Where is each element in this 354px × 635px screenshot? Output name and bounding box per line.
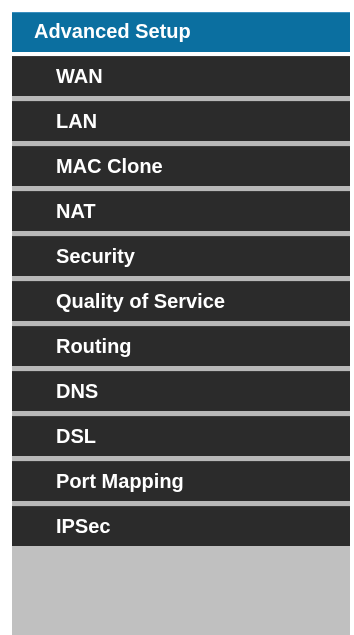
menu-item-label: NAT <box>56 201 96 223</box>
menu-item-label: DSL <box>56 426 96 448</box>
menu-item-label: Routing <box>56 336 132 358</box>
menu-right-margin <box>350 0 354 635</box>
menu-item-label: Quality of Service <box>56 291 225 313</box>
menu-item-security[interactable]: Security <box>12 236 350 276</box>
menu-item-label: MAC Clone <box>56 156 163 178</box>
menu-item-label: WAN <box>56 66 103 88</box>
menu-item-nat[interactable]: NAT <box>12 191 350 231</box>
advanced-setup-menu: Advanced Setup WAN LAN MAC Clone NAT Sec… <box>0 0 354 635</box>
menu-item-label: Port Mapping <box>56 471 184 493</box>
menu-header-bar[interactable]: Advanced Setup <box>12 12 350 52</box>
menu-item-label: IPSec <box>56 516 111 538</box>
menu-item-port-mapping[interactable]: Port Mapping <box>12 461 350 501</box>
menu-header: Advanced Setup <box>0 0 354 56</box>
menu-item-lan[interactable]: LAN <box>12 101 350 141</box>
menu-item-label: Security <box>56 246 135 268</box>
menu-left-margin <box>0 56 12 635</box>
menu-item-wan[interactable]: WAN <box>12 56 350 96</box>
menu-item-ipsec[interactable]: IPSec <box>12 506 350 546</box>
menu-item-dns[interactable]: DNS <box>12 371 350 411</box>
menu-header-label: Advanced Setup <box>34 21 191 43</box>
menu-item-quality-of-service[interactable]: Quality of Service <box>12 281 350 321</box>
menu-item-dsl[interactable]: DSL <box>12 416 350 456</box>
menu-item-mac-clone[interactable]: MAC Clone <box>12 146 350 186</box>
menu-item-label: LAN <box>56 111 98 133</box>
menu-item-label: DNS <box>56 381 99 403</box>
menu-item-routing[interactable]: Routing <box>12 326 350 366</box>
